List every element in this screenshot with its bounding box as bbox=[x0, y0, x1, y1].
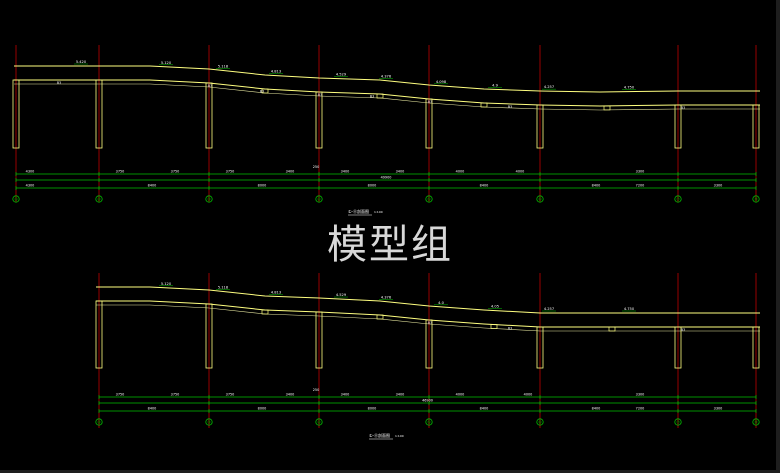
dimension-mark: 250 bbox=[313, 388, 319, 392]
dimension-text: 3750 bbox=[171, 170, 180, 174]
axis-label: ⑪ bbox=[754, 419, 758, 425]
room-tag: B3 bbox=[508, 326, 512, 330]
axis-label: ⑪ bbox=[754, 196, 758, 202]
dimension-text: 8400 bbox=[592, 184, 601, 188]
room-tag: B3 bbox=[208, 84, 212, 88]
elevation-label: 4.750 bbox=[624, 307, 635, 311]
cad-viewport[interactable]: ① ② ③ ④ ⑤ ⑥ ⑦ ⑪ 5.420 5.120 5.118 4.813 4.529 4.376 4.… bbox=[0, 0, 780, 473]
dimension-text: 7200 bbox=[636, 184, 645, 188]
dimension-text: 3750 bbox=[116, 170, 125, 174]
section-scale: 1:100 bbox=[395, 434, 404, 438]
dimension-text: 3750 bbox=[116, 393, 125, 397]
room-tag: B3 bbox=[57, 81, 61, 85]
elevation-label: 4.05 bbox=[491, 305, 499, 309]
elevation-label: 4.257 bbox=[544, 307, 554, 311]
axis-label: ⑤ bbox=[427, 420, 431, 425]
dimension-text: 3400 bbox=[396, 170, 405, 174]
dimension-text: 4300 bbox=[26, 184, 35, 188]
elevation-label: 4.0 bbox=[438, 301, 444, 305]
beam-section bbox=[480, 102, 488, 108]
dimension-text: 3400 bbox=[341, 170, 350, 174]
dimension-text: 4300 bbox=[26, 170, 35, 174]
axis-label: ② bbox=[97, 420, 101, 425]
roof-top-line bbox=[14, 65, 760, 93]
dimension-text: 3300 bbox=[714, 407, 723, 411]
axis-label: ② bbox=[97, 197, 101, 202]
beam-section bbox=[603, 105, 611, 111]
room-tag: B3 bbox=[428, 321, 432, 325]
dimension-text: 8400 bbox=[480, 407, 489, 411]
dimension-total: 49900 bbox=[381, 176, 392, 180]
elevation-label: 5.420 bbox=[76, 60, 87, 64]
dimension-text: 8400 bbox=[592, 407, 601, 411]
axis-label: ⑦ bbox=[676, 420, 680, 425]
dimension-text: 3300 bbox=[636, 393, 645, 397]
dimension-text: 8400 bbox=[148, 184, 157, 188]
room-tag: B3 bbox=[370, 95, 374, 99]
axis-label: ③ bbox=[207, 197, 211, 202]
axis-label: ⑥ bbox=[538, 197, 542, 202]
dimension-text: 8400 bbox=[480, 184, 489, 188]
dimension-text: 7200 bbox=[636, 407, 645, 411]
dimension-text: 8000 bbox=[258, 407, 267, 411]
dimension-text: 3300 bbox=[636, 170, 645, 174]
elevation-label: 4.813 bbox=[271, 290, 281, 294]
dimension-text: 3400 bbox=[341, 393, 350, 397]
elevation-label: 4.098 bbox=[436, 80, 447, 84]
dimension-text: 3750 bbox=[171, 393, 180, 397]
axis-label: ③ bbox=[207, 420, 211, 425]
dimension-text: 4000 bbox=[456, 393, 465, 397]
axis-label: ⑦ bbox=[676, 197, 680, 202]
elevation-label: 4.813 bbox=[271, 70, 281, 74]
elevation-label: 5.118 bbox=[218, 64, 229, 68]
elevation-label: 4.376 bbox=[381, 75, 392, 79]
dimension-text: 8000 bbox=[258, 184, 267, 188]
watermark-text: 模型组 bbox=[327, 222, 453, 268]
dimension-text: 8400 bbox=[148, 407, 157, 411]
elevation-label: 4.9 bbox=[492, 83, 498, 87]
scrollbar-right[interactable] bbox=[776, 0, 780, 473]
room-tag: B3 bbox=[428, 100, 432, 104]
room-tag: B3 bbox=[318, 93, 322, 97]
elevation-label: 4.750 bbox=[624, 86, 635, 90]
dimension-text: 3750 bbox=[226, 393, 235, 397]
axis-label: ⑥ bbox=[538, 420, 542, 425]
dimension-text: 3400 bbox=[286, 393, 295, 397]
axis-label: ④ bbox=[317, 420, 321, 425]
beam-section bbox=[261, 309, 269, 315]
beam-section bbox=[608, 326, 616, 332]
elevation-label: 4.529 bbox=[336, 73, 347, 77]
dimension-text: 3300 bbox=[714, 184, 723, 188]
elevation-label: 4.529 bbox=[336, 293, 347, 297]
dimension-text: 4000 bbox=[516, 170, 525, 174]
dimension-text: 3400 bbox=[286, 170, 295, 174]
dimension-text: 3750 bbox=[226, 170, 235, 174]
section-title: ①-⑪剖面图 bbox=[369, 432, 390, 438]
elevation-label: 4.257 bbox=[544, 85, 554, 89]
axis-label: ⑤ bbox=[427, 197, 431, 202]
room-tag: B3 bbox=[681, 328, 685, 332]
roof-top-line bbox=[96, 286, 760, 314]
axis-label: ① bbox=[14, 197, 18, 202]
dimension-total: 46900 bbox=[422, 399, 433, 403]
elevation-label: 5.120 bbox=[161, 282, 172, 286]
axis-label: ④ bbox=[317, 197, 321, 202]
dimension-text: 4000 bbox=[456, 170, 465, 174]
dimension-text: 8000 bbox=[368, 184, 377, 188]
dimension-mark: 250 bbox=[313, 165, 319, 169]
room-tag: B3 bbox=[260, 90, 264, 94]
beam-line bbox=[14, 83, 760, 111]
room-tag: B3 bbox=[508, 105, 512, 109]
elevation-label: 5.120 bbox=[161, 61, 172, 65]
elevation-label: 4.376 bbox=[381, 296, 392, 300]
elevation-label: 5.118 bbox=[218, 285, 229, 289]
dimension-text: 4000 bbox=[524, 393, 533, 397]
dimension-text: 3400 bbox=[396, 393, 405, 397]
room-tag: B3 bbox=[681, 106, 685, 110]
dimension-text: 8000 bbox=[368, 407, 377, 411]
